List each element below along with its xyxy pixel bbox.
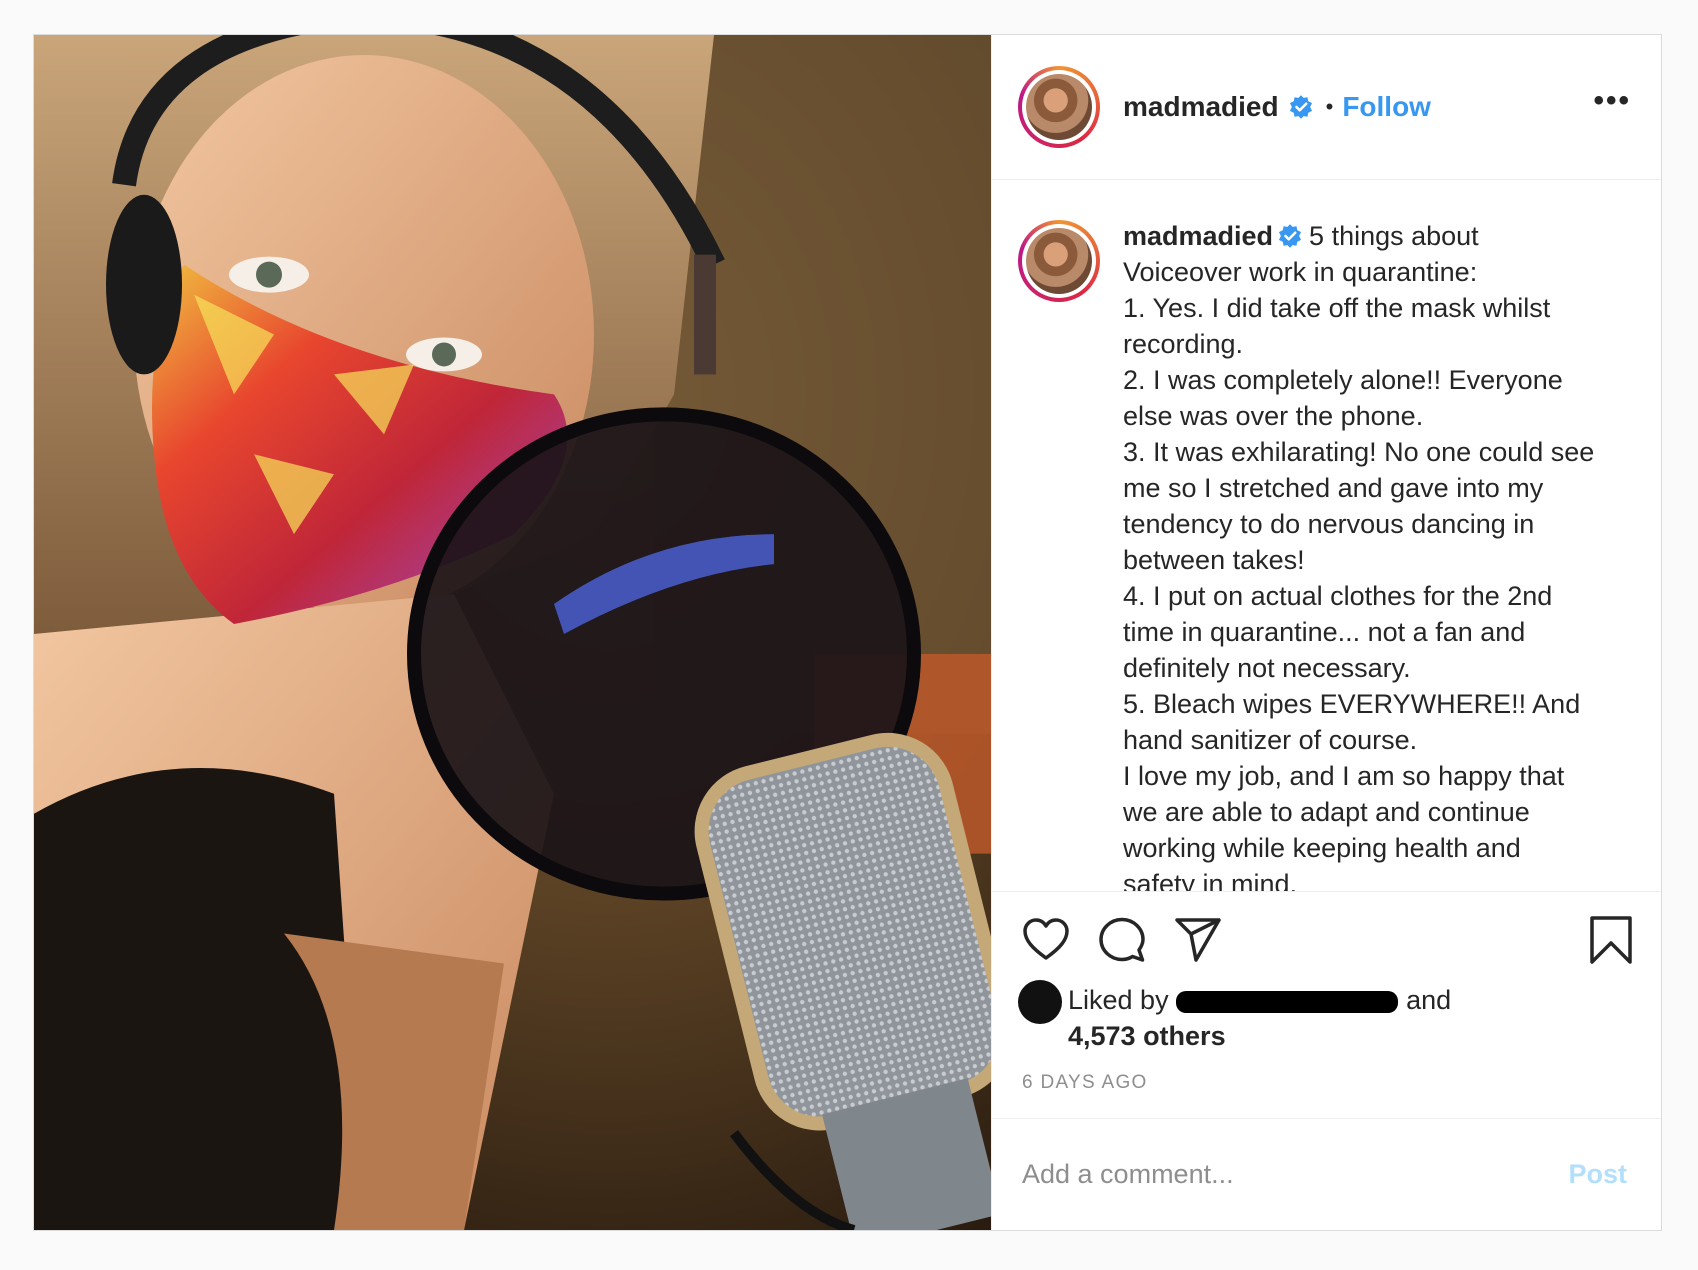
post-side-panel: madmadied • Follow ••• madmadied 5 things… (991, 35, 1661, 1230)
post-timestamp[interactable]: 6 DAYS AGO (1022, 1072, 1633, 1094)
post-caption: madmadied 5 things about Voiceover work i… (1123, 218, 1631, 891)
author-username[interactable]: madmadied (1123, 91, 1279, 123)
selfie-photo-illustration (34, 35, 991, 1230)
caption-author-avatar[interactable] (1018, 220, 1100, 302)
caption-text: 5 things about Voiceover work in quarant… (1123, 221, 1595, 891)
likes-and-label: and (1406, 985, 1452, 1015)
verified-badge-icon (1278, 224, 1302, 248)
bookmark-icon[interactable] (1589, 915, 1633, 965)
comment-input[interactable] (1022, 1159, 1569, 1190)
share-icon[interactable] (1174, 916, 1222, 964)
comment-icon[interactable] (1098, 916, 1146, 964)
liked-by-label: Liked by (1068, 985, 1169, 1015)
likes-count[interactable]: 4,573 others (1068, 1021, 1226, 1051)
verified-badge-icon (1289, 95, 1312, 119)
comments-area[interactable]: madmadied 5 things about Voiceover work i… (992, 180, 1661, 891)
header-separator: • (1325, 94, 1334, 119)
redacted-username (1176, 990, 1399, 1013)
post-comment-button[interactable]: Post (1568, 1159, 1627, 1190)
action-icons (1022, 912, 1633, 968)
post-actions: Liked by and 4,573 others 6 DAYS AGO (992, 891, 1661, 1094)
likes-summary: Liked by and 4,573 others (1018, 980, 1633, 1054)
post-photo[interactable] (34, 35, 991, 1230)
caption-username[interactable]: madmadied (1123, 221, 1273, 251)
author-avatar[interactable] (1018, 66, 1100, 148)
post-header: madmadied • Follow ••• (992, 35, 1661, 180)
comment-box: Post (992, 1118, 1661, 1230)
more-options-icon[interactable]: ••• (1593, 86, 1631, 128)
follow-button[interactable]: Follow (1342, 91, 1431, 123)
instagram-post: madmadied • Follow ••• madmadied 5 things… (33, 34, 1662, 1231)
liker-avatar[interactable] (1018, 980, 1062, 1024)
heart-icon[interactable] (1022, 916, 1070, 964)
likes-text: Liked by and 4,573 others (1068, 982, 1451, 1054)
